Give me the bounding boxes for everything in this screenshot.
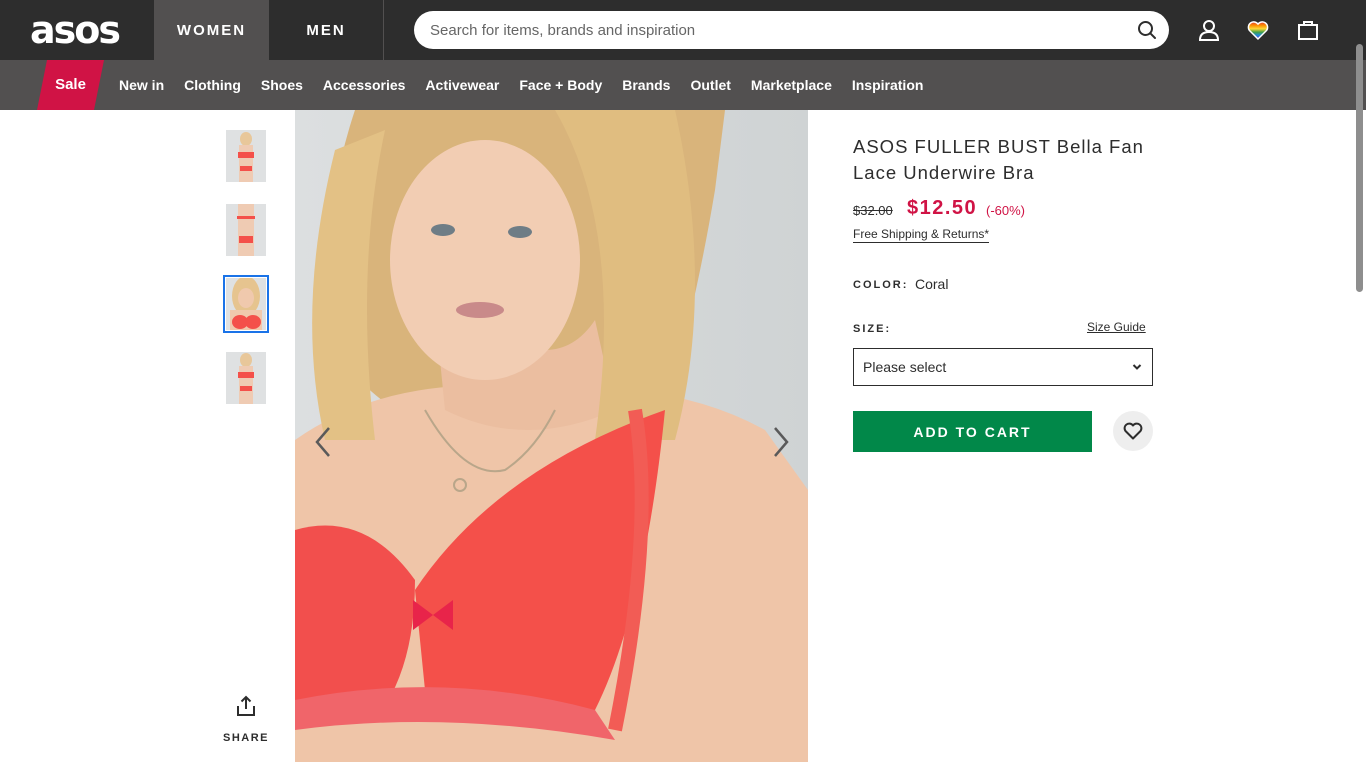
nav-item-inspiration[interactable]: Inspiration (842, 60, 934, 110)
size-label: SIZE: (853, 323, 892, 335)
category-nav: Sale New in Clothing Shoes Accessories A… (0, 60, 1366, 110)
original-price: $32.00 (853, 203, 893, 218)
nav-item-brands[interactable]: Brands (612, 60, 680, 110)
size-select[interactable]: Please select (853, 348, 1153, 386)
nav-item-accessories[interactable]: Accessories (313, 60, 416, 110)
product-thumbnail[interactable] (226, 352, 266, 404)
share-icon (237, 695, 255, 716)
free-shipping-link[interactable]: Free Shipping & Returns* (853, 227, 990, 243)
color-value: Coral (915, 276, 949, 292)
size-guide-link[interactable]: Size Guide (1087, 320, 1146, 334)
product-thumbnail[interactable] (226, 204, 266, 256)
bag-icon[interactable] (1296, 18, 1320, 42)
product-thumbnail[interactable] (226, 130, 266, 182)
top-header: asos WOMEN MEN (0, 0, 1366, 60)
nav-item-activewear[interactable]: Activewear (415, 60, 509, 110)
sale-label: Sale (55, 76, 86, 93)
tab-men[interactable]: MEN (269, 0, 384, 60)
nav-item-shoes[interactable]: Shoes (251, 60, 313, 110)
size-select-value: Please select (863, 359, 947, 375)
tab-women[interactable]: WOMEN (154, 0, 269, 60)
search-input[interactable] (430, 11, 1130, 49)
discount-percentage: (-60%) (986, 203, 1026, 218)
product-main-image (295, 110, 808, 762)
next-image-arrow[interactable] (769, 424, 793, 460)
add-to-cart-button[interactable]: ADD TO CART (853, 411, 1092, 452)
chevron-down-icon (1132, 364, 1142, 370)
product-thumbnail-selected[interactable] (223, 275, 269, 333)
nav-item-outlet[interactable]: Outlet (680, 60, 740, 110)
rainbow-heart-icon[interactable] (1246, 18, 1270, 42)
nav-items: New in Clothing Shoes Accessories Active… (109, 60, 933, 110)
sale-price: $12.50 (907, 197, 978, 219)
nav-item-marketplace[interactable]: Marketplace (741, 60, 842, 110)
nav-item-clothing[interactable]: Clothing (174, 60, 251, 110)
asos-logo[interactable]: asos (30, 11, 140, 49)
heart-icon (1123, 422, 1143, 440)
search-bar (414, 11, 1169, 49)
share-label: SHARE (222, 732, 269, 744)
nav-item-face-body[interactable]: Face + Body (509, 60, 612, 110)
account-icon[interactable] (1197, 18, 1221, 42)
nav-item-new-in[interactable]: New in (109, 60, 174, 110)
product-title: ASOS FULLER BUST Bella Fan Lace Underwir… (853, 136, 1144, 183)
share-button[interactable]: SHARE (222, 695, 270, 747)
search-icon[interactable] (1137, 20, 1157, 40)
color-label: COLOR: (853, 279, 909, 291)
page-scrollbar[interactable] (1356, 44, 1363, 292)
nav-item-sale[interactable]: Sale (37, 60, 104, 110)
save-for-later-button[interactable] (1113, 411, 1153, 451)
previous-image-arrow[interactable] (311, 424, 335, 460)
